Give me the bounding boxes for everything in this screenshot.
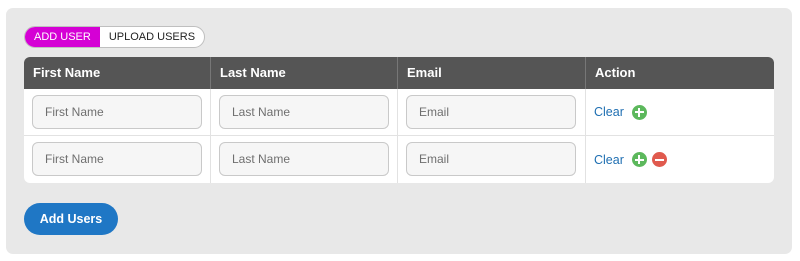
tab-upload-users[interactable]: UPLOAD USERS bbox=[100, 27, 204, 47]
email-input[interactable] bbox=[406, 142, 576, 176]
first-name-input[interactable] bbox=[32, 95, 202, 129]
clear-link[interactable]: Clear bbox=[594, 153, 624, 167]
add-icon[interactable] bbox=[631, 152, 647, 167]
add-users-button[interactable]: Add Users bbox=[24, 203, 118, 235]
mode-tabs: ADD USER UPLOAD USERS bbox=[24, 26, 206, 48]
email-cell bbox=[398, 136, 586, 183]
tab-add-user[interactable]: ADD USER bbox=[25, 27, 100, 47]
clear-link[interactable]: Clear bbox=[594, 105, 624, 119]
table-row: Clear bbox=[24, 89, 774, 136]
column-header-email: Email bbox=[398, 57, 586, 89]
table-row: Clear bbox=[24, 136, 774, 183]
remove-icon[interactable] bbox=[651, 152, 667, 167]
users-table: First Name Last Name Email Action Clear bbox=[24, 57, 774, 183]
table-header: First Name Last Name Email Action bbox=[24, 57, 774, 89]
last-name-cell bbox=[211, 89, 398, 135]
first-name-input[interactable] bbox=[32, 142, 202, 176]
column-header-first-name: First Name bbox=[24, 57, 211, 89]
last-name-input[interactable] bbox=[219, 95, 389, 129]
first-name-cell bbox=[24, 89, 211, 135]
email-cell bbox=[398, 89, 586, 135]
action-cell: Clear bbox=[586, 89, 774, 135]
row-actions: Clear bbox=[586, 89, 774, 135]
row-actions: Clear bbox=[586, 136, 774, 183]
add-users-panel: ADD USER UPLOAD USERS First Name Last Na… bbox=[6, 8, 792, 254]
first-name-cell bbox=[24, 136, 211, 183]
column-header-action: Action bbox=[595, 65, 636, 80]
last-name-cell bbox=[211, 136, 398, 183]
last-name-input[interactable] bbox=[219, 142, 389, 176]
column-header-last-name: Last Name bbox=[211, 57, 398, 89]
email-input[interactable] bbox=[406, 95, 576, 129]
add-icon[interactable] bbox=[631, 104, 647, 120]
action-cell: Clear bbox=[586, 136, 774, 183]
